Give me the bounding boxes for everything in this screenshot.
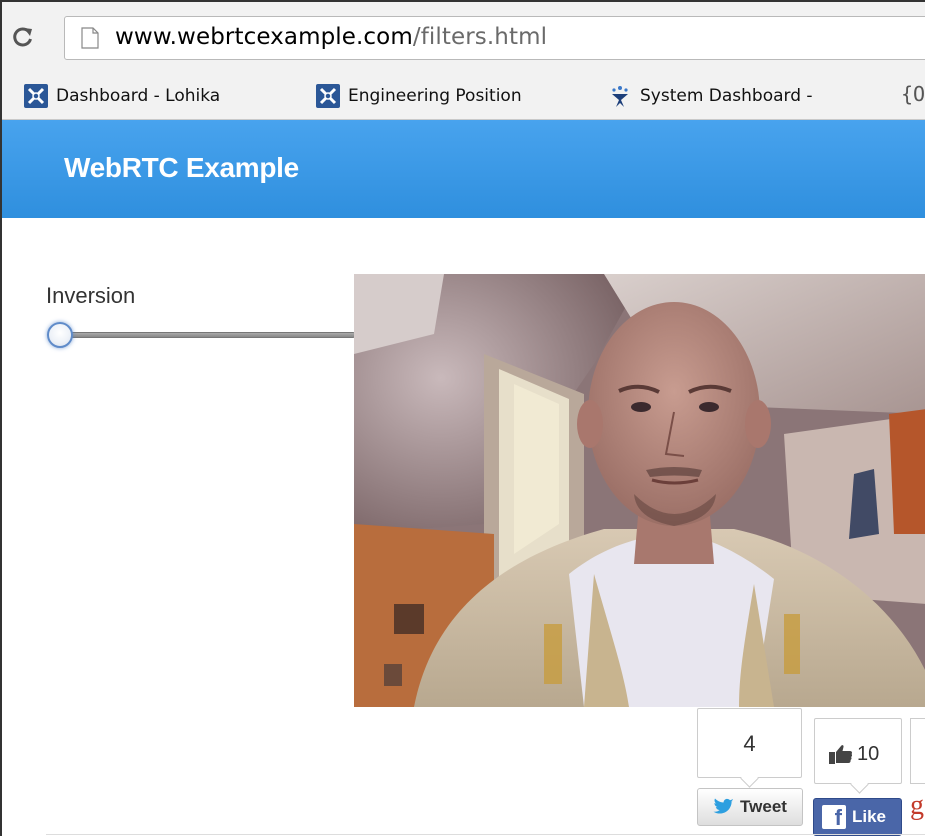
divider [46, 834, 925, 835]
jira-icon [24, 84, 48, 108]
tweet-count-box: 4 [697, 708, 802, 778]
reload-icon[interactable] [12, 26, 34, 48]
share-count-box [910, 718, 925, 784]
filter-slider-handle[interactable] [47, 322, 73, 348]
tweet-label: Tweet [740, 797, 787, 816]
page-icon [81, 27, 99, 49]
bookmark-overflow[interactable]: {O [901, 82, 925, 106]
url-text: www.webrtcexample.com/filters.html [115, 24, 547, 50]
thumbs-up-icon [829, 745, 853, 764]
tweet-count: 4 [743, 731, 756, 756]
bookmarks-bar: Dashboard - Lohika Engineering Position … [2, 74, 925, 120]
bookmark-dashboard-lohika[interactable]: Dashboard - Lohika [24, 82, 266, 110]
browser-window: www.webrtcexample.com/filters.html Dashb… [0, 0, 925, 836]
url-domain: www.webrtcexample.com [115, 24, 413, 50]
bookmark-label: Dashboard - Lohika [56, 86, 221, 106]
like-count: 10 [857, 743, 880, 765]
navbar: WebRTC Example [2, 120, 925, 218]
bookmark-label: System Dashboard - [640, 86, 813, 106]
confluence-icon [612, 86, 628, 107]
tweet-button[interactable]: Tweet [697, 788, 803, 826]
like-count-box: 10 [814, 718, 902, 784]
twitter-bird-icon [713, 798, 735, 814]
filter-slider-track[interactable] [54, 332, 356, 338]
facebook-icon: f [822, 805, 846, 830]
jira-icon [316, 84, 340, 108]
brand-title[interactable]: WebRTC Example [64, 152, 299, 184]
like-label: Like [852, 807, 887, 826]
google-plus-icon[interactable]: g [910, 790, 925, 830]
bookmark-label: Engineering Position [348, 86, 522, 106]
filter-label: Inversion [46, 283, 136, 308]
bookmark-system-dashboard[interactable]: System Dashboard - [608, 82, 860, 110]
bookmark-engineering-position[interactable]: Engineering Position [316, 82, 568, 110]
url-path: /filters.html [412, 24, 548, 50]
webcam-frame [354, 274, 925, 707]
url-field[interactable]: www.webrtcexample.com/filters.html [64, 16, 925, 60]
facebook-like-button[interactable]: f Like [813, 798, 902, 836]
address-bar: www.webrtcexample.com/filters.html [2, 2, 925, 74]
video-preview [354, 274, 925, 707]
